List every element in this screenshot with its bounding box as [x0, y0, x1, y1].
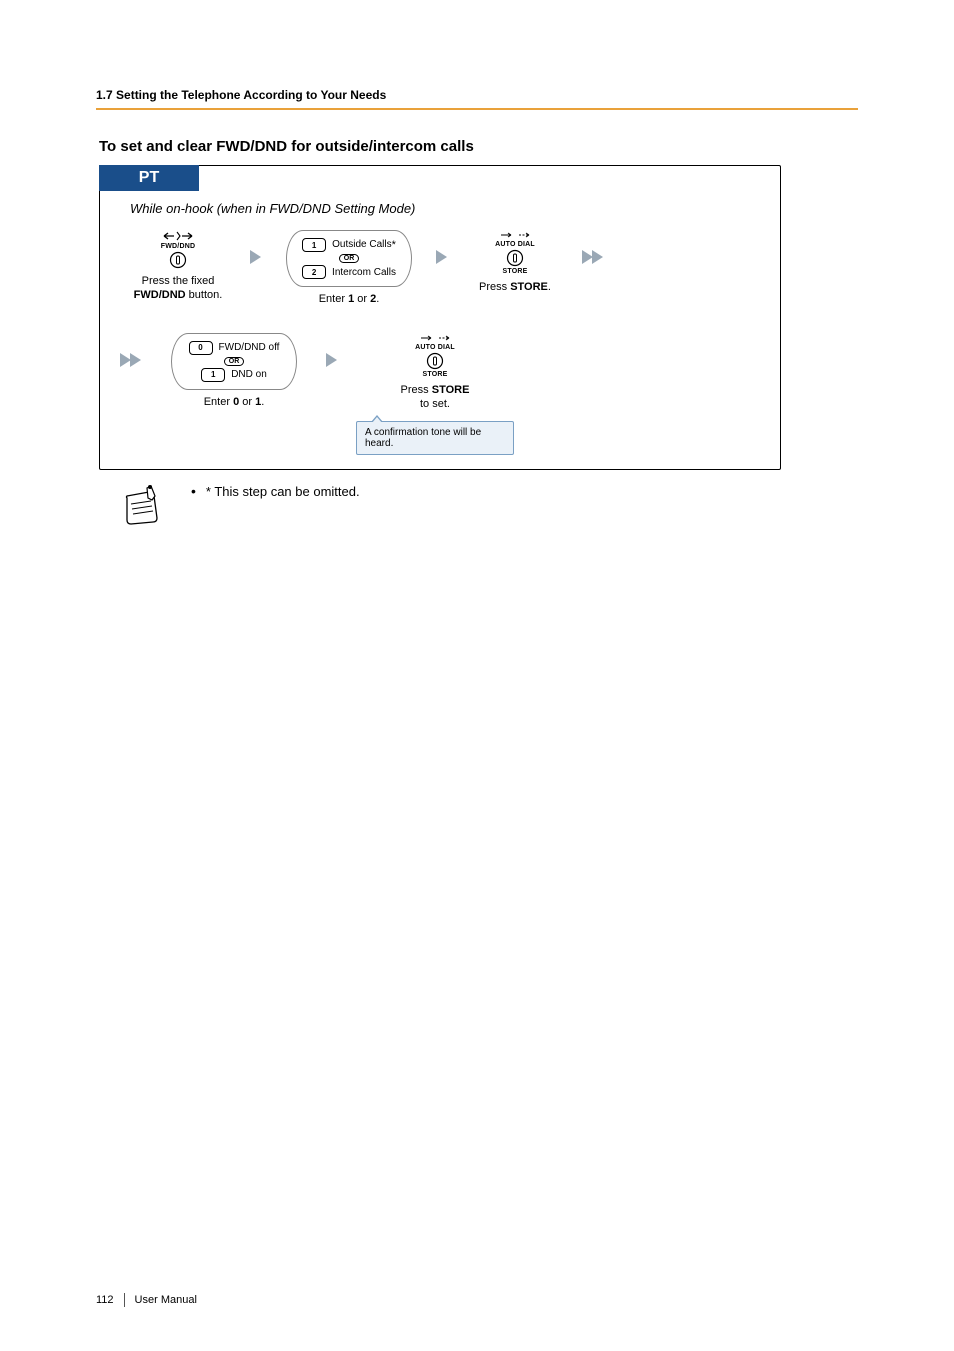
- autodial-icon: [495, 230, 535, 240]
- text-bold: STORE: [510, 281, 548, 293]
- bullet-icon: •: [191, 483, 196, 499]
- opt-text: Intercom Calls: [332, 267, 396, 278]
- text: .: [548, 281, 551, 293]
- arrow-right-icon: [434, 248, 450, 266]
- step2-caption: Enter 1 or 2.: [319, 293, 380, 307]
- autodial-label: AUTO DIAL: [415, 344, 455, 351]
- opt-text: DND on: [231, 369, 267, 380]
- subheading: To set and clear FWD/DND for outside/int…: [99, 138, 858, 155]
- store-label: STORE: [423, 371, 448, 378]
- options-bubble: 1 Outside Calls* OR 2 Intercom Calls: [286, 230, 412, 287]
- text: Enter: [319, 293, 348, 305]
- text: or: [354, 293, 370, 305]
- page-number: 112: [96, 1294, 114, 1306]
- options-bubble: 0 FWD/DND off OR 1 DND on: [171, 333, 297, 390]
- asterisk-icon: *: [392, 239, 396, 251]
- fwddnd-arrows-icon: [158, 230, 198, 242]
- button-icon: [426, 352, 444, 370]
- or-pill: OR: [339, 254, 360, 263]
- flow-arrow: [238, 230, 274, 284]
- or-pill: OR: [224, 357, 245, 366]
- flow-arrow-continue: [570, 230, 616, 284]
- manual-label: User Manual: [135, 1294, 197, 1306]
- confirmation-tooltip: A confirmation tone will be heard.: [356, 421, 514, 455]
- step1-caption: Press the fixed FWD/DND button.: [134, 275, 223, 303]
- text: Press: [479, 281, 510, 293]
- text: Outside Calls: [332, 239, 391, 250]
- button-icon: [506, 249, 524, 267]
- step4-caption: Enter 0 or 1.: [204, 396, 265, 410]
- text: button.: [186, 289, 223, 301]
- text: .: [376, 293, 379, 305]
- key-0: 0: [189, 341, 213, 355]
- procedure-diagram: PT While on-hook (when in FWD/DND Settin…: [99, 165, 781, 470]
- flow-arrow: [424, 230, 460, 284]
- text: to set.: [420, 398, 450, 410]
- arrow-right-double-icon: [580, 248, 606, 266]
- flow-arrow-continue: [118, 333, 154, 387]
- arrow-right-icon: [248, 248, 264, 266]
- opt-text: FWD/DND off: [219, 342, 280, 353]
- step5-caption: Press STORE to set.: [401, 384, 470, 412]
- step-press-fwddnd: FWD/DND Press the fixed FWD/DND button.: [118, 230, 238, 303]
- step-press-store-2: AUTO DIAL STORE Press STORE to set. A co…: [350, 333, 520, 456]
- context-text: While on-hook (when in FWD/DND Setting M…: [130, 201, 780, 216]
- text-bold: STORE: [432, 384, 470, 396]
- page-footer: 112 User Manual: [96, 1293, 197, 1307]
- text: .: [261, 396, 264, 408]
- flow-arrow: [314, 333, 350, 387]
- autodial-label: AUTO DIAL: [495, 241, 535, 248]
- key-2: 2: [302, 265, 326, 279]
- header-rule: [96, 108, 858, 110]
- autodial-icon: [415, 333, 455, 343]
- pt-tab: PT: [99, 165, 199, 191]
- text-bold: FWD/DND: [134, 289, 186, 301]
- arrow-right-double-icon: [118, 351, 144, 369]
- note-row: • * This step can be omitted.: [121, 484, 858, 528]
- step-enter-1-or-2: 1 Outside Calls* OR 2 Intercom Calls Ent…: [274, 230, 424, 307]
- notepad-icon: [121, 484, 161, 528]
- button-icon: [169, 251, 187, 269]
- fwddnd-label: FWD/DND: [161, 243, 195, 250]
- flow-row-1: FWD/DND Press the fixed FWD/DND button. …: [118, 230, 780, 307]
- store-label: STORE: [503, 268, 528, 275]
- opt-text: Outside Calls*: [332, 239, 396, 251]
- arrow-right-icon: [324, 351, 340, 369]
- note-text: • * This step can be omitted.: [191, 484, 360, 499]
- text: or: [239, 396, 255, 408]
- section-header: 1.7 Setting the Telephone According to Y…: [96, 88, 858, 102]
- footer-divider: [124, 1293, 125, 1307]
- flow-row-2: 0 FWD/DND off OR 1 DND on Enter 0 or 1.: [118, 333, 780, 456]
- text: Press the fixed: [142, 275, 215, 287]
- step-enter-0-or-1: 0 FWD/DND off OR 1 DND on Enter 0 or 1.: [154, 333, 314, 410]
- key-1: 1: [302, 238, 326, 252]
- text: Enter: [204, 396, 233, 408]
- text: Press: [401, 384, 432, 396]
- key-1: 1: [201, 368, 225, 382]
- step3-caption: Press STORE.: [479, 281, 551, 295]
- step-press-store-1: AUTO DIAL STORE Press STORE.: [460, 230, 570, 295]
- text: * This step can be omitted.: [206, 484, 360, 499]
